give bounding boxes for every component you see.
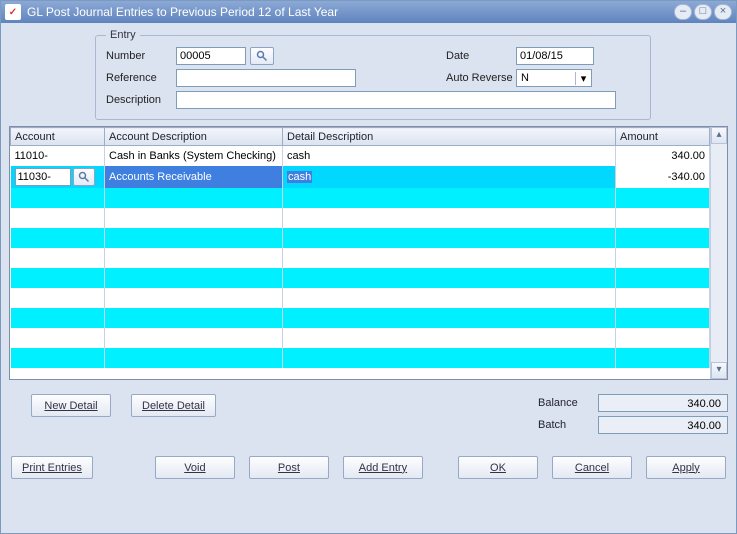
col-detail-desc[interactable]: Detail Description xyxy=(283,128,616,146)
apply-button[interactable]: Apply xyxy=(646,456,726,479)
ok-button[interactable]: OK xyxy=(458,456,538,479)
autoreverse-label: Auto Reverse xyxy=(446,72,516,84)
table-row xyxy=(11,228,710,248)
print-entries-button[interactable]: Print Entries xyxy=(11,456,93,479)
post-button[interactable]: Post xyxy=(249,456,329,479)
entry-group: Entry Number Date Reference Auto Reverse xyxy=(95,29,651,120)
cancel-button[interactable]: Cancel xyxy=(552,456,632,479)
table-row xyxy=(11,248,710,268)
footer-buttons: Print Entries Void Post Add Entry OK Can… xyxy=(9,456,728,479)
scroll-track[interactable] xyxy=(711,144,727,362)
batch-value: 340.00 xyxy=(598,416,728,434)
table-row xyxy=(11,308,710,328)
entry-legend: Entry xyxy=(106,29,140,41)
cell-account-desc: Accounts Receivable xyxy=(105,166,283,188)
titlebar[interactable]: ✓ GL Post Journal Entries to Previous Pe… xyxy=(1,1,736,23)
number-field[interactable] xyxy=(176,47,246,65)
window-title: GL Post Journal Entries to Previous Peri… xyxy=(27,5,672,19)
date-label: Date xyxy=(446,50,516,62)
cell-account[interactable]: 11010- xyxy=(11,146,105,166)
detail-grid: Account Account Description Detail Descr… xyxy=(9,126,728,380)
table-row xyxy=(11,288,710,308)
scroll-down-button[interactable]: ▾ xyxy=(711,362,727,379)
balance-value: 340.00 xyxy=(598,394,728,412)
account-field[interactable] xyxy=(15,168,71,186)
table-row xyxy=(11,328,710,348)
account-lookup-button[interactable] xyxy=(73,168,95,186)
new-detail-button[interactable]: New Detail xyxy=(31,394,111,417)
table-row xyxy=(11,208,710,228)
client-area: Entry Number Date Reference Auto Reverse xyxy=(1,23,736,533)
minimize-button[interactable]: – xyxy=(674,4,692,20)
chevron-down-icon[interactable]: ▾ xyxy=(575,72,591,85)
close-button[interactable]: × xyxy=(714,4,732,20)
autoreverse-select[interactable]: N ▾ xyxy=(516,69,592,87)
number-label: Number xyxy=(106,50,176,62)
app-icon: ✓ xyxy=(5,4,21,20)
grid-scrollbar[interactable]: ▴ ▾ xyxy=(710,127,727,379)
table-row xyxy=(11,268,710,288)
grid-header-row: Account Account Description Detail Descr… xyxy=(11,128,710,146)
date-field[interactable] xyxy=(516,47,594,65)
batch-label: Batch xyxy=(538,419,598,431)
reference-label: Reference xyxy=(106,72,176,84)
description-label: Description xyxy=(106,94,176,106)
table-row xyxy=(11,188,710,208)
number-lookup-button[interactable] xyxy=(250,47,274,65)
col-account-desc[interactable]: Account Description xyxy=(105,128,283,146)
cell-account-desc: Cash in Banks (System Checking) xyxy=(105,146,283,166)
search-icon xyxy=(256,50,268,62)
app-window: ✓ GL Post Journal Entries to Previous Pe… xyxy=(0,0,737,534)
balance-label: Balance xyxy=(538,397,598,409)
cell-detail-desc[interactable]: cash xyxy=(283,146,616,166)
add-entry-button[interactable]: Add Entry xyxy=(343,456,423,479)
maximize-button[interactable]: □ xyxy=(694,4,712,20)
cell-amount: 340.00 xyxy=(616,146,710,166)
scroll-up-button[interactable]: ▴ xyxy=(711,127,727,144)
void-button[interactable]: Void xyxy=(155,456,235,479)
table-row[interactable]: 11010-Cash in Banks (System Checking)cas… xyxy=(11,146,710,166)
col-account[interactable]: Account xyxy=(11,128,105,146)
delete-detail-button[interactable]: Delete Detail xyxy=(131,394,216,417)
table-row[interactable]: Accounts Receivablecash-340.00 xyxy=(11,166,710,188)
cell-amount: -340.00 xyxy=(616,166,710,188)
cell-detail-desc[interactable]: cash xyxy=(283,166,616,188)
reference-field[interactable] xyxy=(176,69,356,87)
autoreverse-value: N xyxy=(517,72,575,84)
table-row xyxy=(11,348,710,368)
col-amount[interactable]: Amount xyxy=(616,128,710,146)
description-field[interactable] xyxy=(176,91,616,109)
